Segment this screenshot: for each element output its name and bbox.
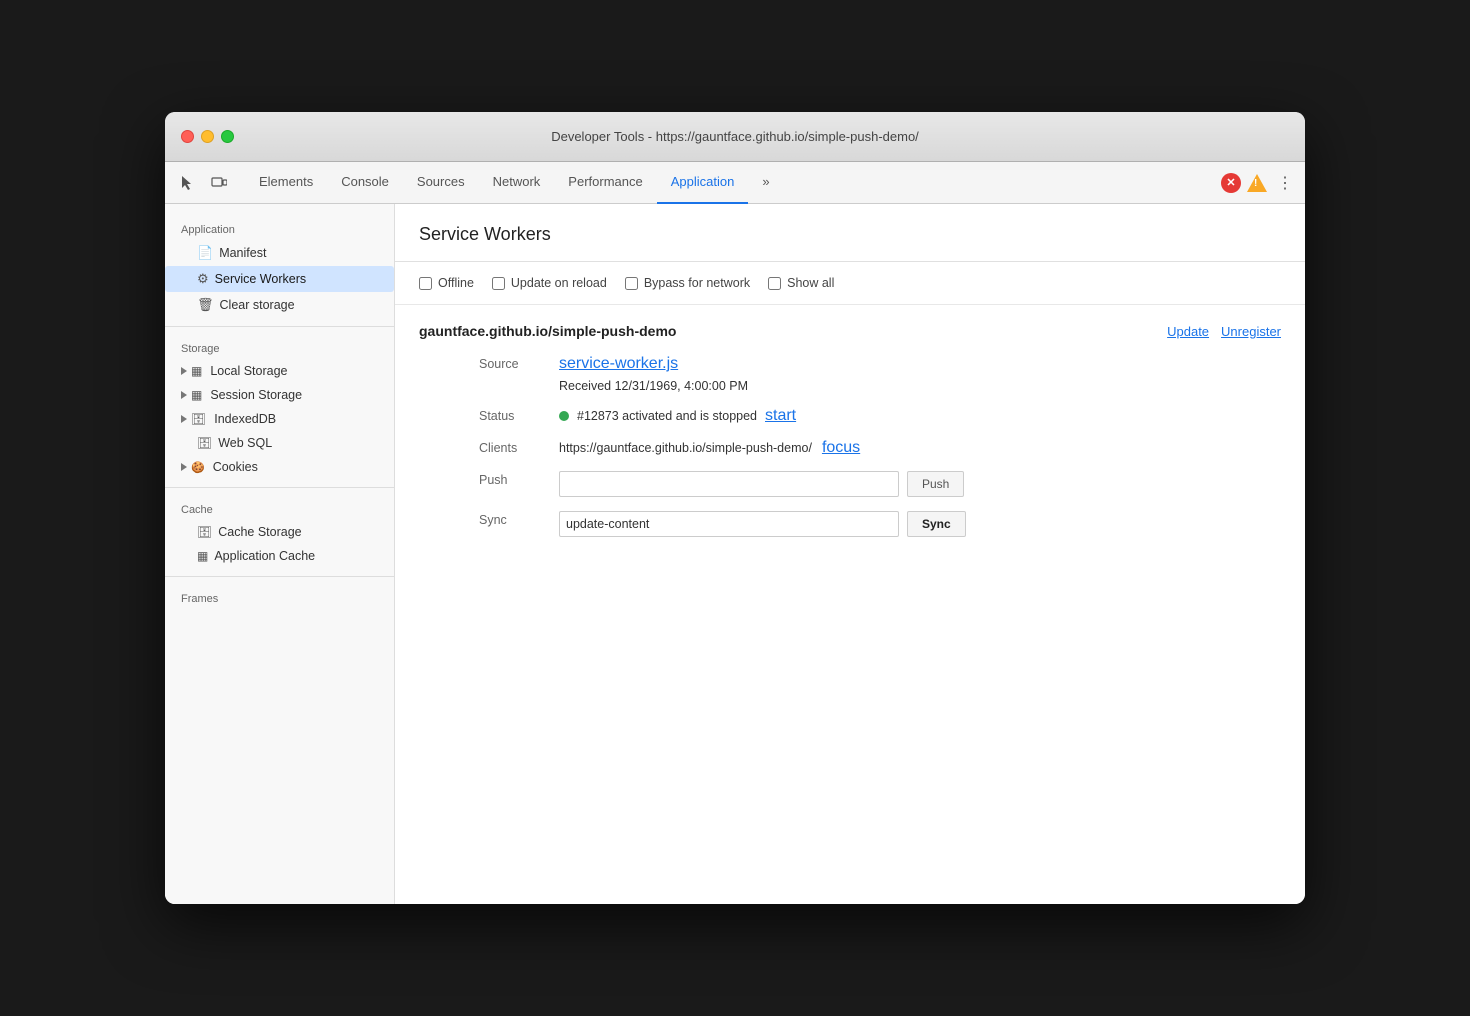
source-label: Source (479, 355, 559, 393)
toolbar: Elements Console Sources Network Perform… (165, 162, 1305, 204)
triangle-cookies (181, 463, 187, 471)
offline-checkbox-label[interactable]: Offline (419, 276, 474, 290)
status-dot (559, 411, 569, 421)
tab-console[interactable]: Console (327, 162, 403, 204)
sidebar-item-cookies[interactable]: 🍪 Cookies (165, 455, 394, 479)
cache-section-header: Cache (165, 496, 394, 520)
options-row: Offline Update on reload Bypass for netw… (395, 262, 1305, 305)
manifest-icon: 📄 (197, 245, 213, 261)
session-storage-icon: ▦ (191, 388, 202, 402)
clients-url: https://gauntface.github.io/simple-push-… (559, 441, 812, 455)
tab-elements[interactable]: Elements (245, 162, 327, 204)
frames-section-header: Frames (165, 585, 394, 609)
window-title: Developer Tools - https://gauntface.gith… (551, 129, 919, 144)
sw-origin-name: gauntface.github.io/simple-push-demo (419, 323, 676, 339)
tab-application[interactable]: Application (657, 162, 749, 204)
traffic-lights (181, 130, 234, 143)
sidebar-item-indexeddb[interactable]: 🗄 IndexedDB (165, 407, 394, 431)
push-button[interactable]: Push (907, 471, 964, 497)
gear-icon: ⚙ (197, 271, 209, 287)
titlebar: Developer Tools - https://gauntface.gith… (165, 112, 1305, 162)
show-all-checkbox[interactable] (768, 277, 781, 290)
unregister-link[interactable]: Unregister (1221, 324, 1281, 339)
app-cache-icon: ▦ (197, 549, 208, 563)
triangle-local-storage (181, 367, 187, 375)
web-sql-icon: 🗄 (197, 436, 212, 450)
error-icon: ✕ (1221, 173, 1241, 193)
main-heading-area: Service Workers (395, 204, 1305, 262)
close-button[interactable] (181, 130, 194, 143)
tab-network[interactable]: Network (479, 162, 555, 204)
sync-row: update-content Sync (559, 511, 1281, 537)
toolbar-icons (173, 169, 233, 197)
sidebar-item-service-workers[interactable]: ⚙ Service Workers (165, 266, 394, 292)
source-value-block: service-worker.js Received 12/31/1969, 4… (559, 355, 1281, 393)
divider-3 (165, 576, 394, 577)
sw-details-grid: Source service-worker.js Received 12/31/… (419, 355, 1281, 537)
sw-section: gauntface.github.io/simple-push-demo Upd… (395, 305, 1305, 555)
sidebar-item-manifest[interactable]: 📄 Manifest (165, 240, 394, 266)
minimize-button[interactable] (201, 130, 214, 143)
triangle-indexeddb (181, 415, 187, 423)
update-link[interactable]: Update (1167, 324, 1209, 339)
sw-action-links: Update Unregister (1167, 324, 1281, 339)
storage-section-header: Storage (165, 335, 394, 359)
nav-tabs: Elements Console Sources Network Perform… (245, 162, 1221, 204)
source-link[interactable]: service-worker.js (559, 355, 1281, 373)
trash-icon: 🗑 (197, 297, 214, 313)
divider-1 (165, 326, 394, 327)
show-all-label[interactable]: Show all (768, 276, 834, 290)
sidebar-item-app-cache[interactable]: ▦ Application Cache (165, 544, 394, 568)
sidebar-item-web-sql[interactable]: 🗄 Web SQL (165, 431, 394, 455)
indexeddb-icon: 🗄 (191, 412, 206, 426)
received-text: Received 12/31/1969, 4:00:00 PM (559, 379, 1281, 393)
focus-link[interactable]: focus (822, 439, 860, 457)
device-icon (211, 175, 227, 191)
app-section-header: Application (165, 216, 394, 240)
maximize-button[interactable] (221, 130, 234, 143)
update-on-reload-checkbox[interactable] (492, 277, 505, 290)
tab-performance[interactable]: Performance (554, 162, 656, 204)
tab-more[interactable]: » (748, 162, 783, 204)
tab-sources[interactable]: Sources (403, 162, 479, 204)
page-title: Service Workers (419, 224, 1281, 245)
sidebar-item-clear-storage[interactable]: 🗑 Clear storage (165, 292, 394, 318)
offline-checkbox[interactable] (419, 277, 432, 290)
update-on-reload-label[interactable]: Update on reload (492, 276, 607, 290)
device-icon-btn[interactable] (205, 169, 233, 197)
bypass-for-network-checkbox[interactable] (625, 277, 638, 290)
triangle-session-storage (181, 391, 187, 399)
status-label: Status (479, 407, 559, 425)
sidebar-item-cache-storage[interactable]: 🗄 Cache Storage (165, 520, 394, 544)
push-input[interactable] (559, 471, 899, 497)
start-link[interactable]: start (765, 407, 796, 425)
more-menu-button[interactable]: ⋮ (1273, 171, 1297, 195)
content-area: Application 📄 Manifest ⚙ Service Workers… (165, 204, 1305, 904)
cursor-icon (179, 175, 195, 191)
sync-input[interactable]: update-content (559, 511, 899, 537)
push-label: Push (479, 471, 559, 497)
cursor-icon-btn[interactable] (173, 169, 201, 197)
cache-storage-icon: 🗄 (197, 525, 212, 539)
sidebar-item-session-storage[interactable]: ▦ Session Storage (165, 383, 394, 407)
sync-button[interactable]: Sync (907, 511, 966, 537)
toolbar-right: ✕ ⋮ (1221, 171, 1297, 195)
devtools-window: Developer Tools - https://gauntface.gith… (165, 112, 1305, 904)
sidebar-item-local-storage[interactable]: ▦ Local Storage (165, 359, 394, 383)
local-storage-icon: ▦ (191, 364, 202, 378)
main-content: Service Workers Offline Update on reload… (395, 204, 1305, 904)
sync-label: Sync (479, 511, 559, 537)
bypass-for-network-label[interactable]: Bypass for network (625, 276, 750, 290)
push-row: Push (559, 471, 1281, 497)
divider-2 (165, 487, 394, 488)
cookies-icon: 🍪 (191, 461, 205, 474)
sw-origin-row: gauntface.github.io/simple-push-demo Upd… (419, 323, 1281, 339)
warning-icon (1247, 174, 1267, 192)
status-value-row: #12873 activated and is stopped start (559, 407, 1281, 425)
status-text: #12873 activated and is stopped (577, 409, 757, 423)
clients-value-row: https://gauntface.github.io/simple-push-… (559, 439, 1281, 457)
sidebar: Application 📄 Manifest ⚙ Service Workers… (165, 204, 395, 904)
clients-label: Clients (479, 439, 559, 457)
